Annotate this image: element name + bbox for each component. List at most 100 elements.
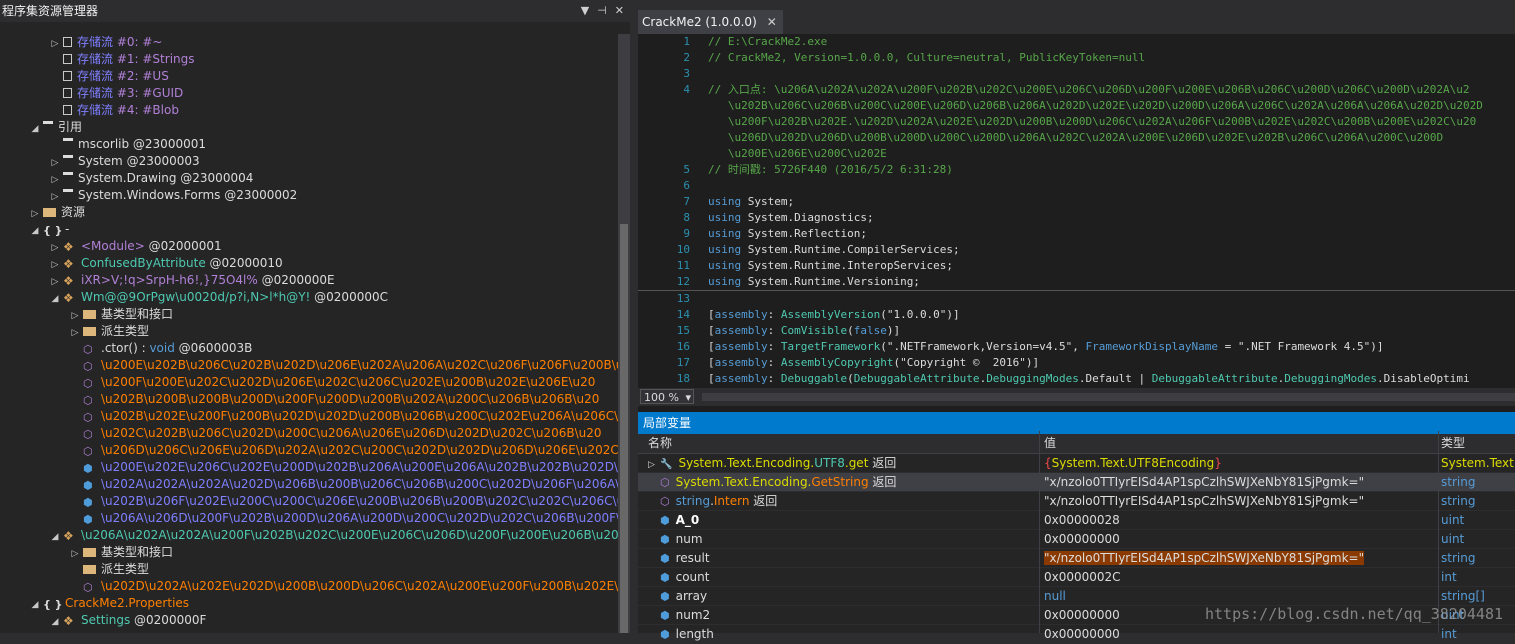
expander-icon[interactable]: ◢ bbox=[50, 614, 60, 629]
tree-node[interactable]: ▷ ❖ <Module> @02000001 bbox=[0, 238, 618, 255]
local-value[interactable]: "x/nzolo0TTIyrEISd4AP1spCzlhSWJXeNbY81Sj… bbox=[1040, 473, 1441, 491]
tree-node[interactable]: ◢{ } CrackMe2.Properties bbox=[0, 595, 618, 612]
assembly-tree[interactable]: ▷ 存储流 #0: #~ 存储流 #1: #Strings 存储流 #2: #US 存储… bbox=[0, 34, 618, 629]
local-value[interactable]: 0x00000028 bbox=[1040, 511, 1441, 529]
code-token: [ bbox=[708, 356, 715, 369]
tree-node[interactable]: ▷ ❖ iXR>V;!q>SrpH-h6!,}75O4l% @0200000E bbox=[0, 272, 618, 289]
expander-icon[interactable]: ◢ bbox=[30, 121, 40, 136]
zoom-select[interactable]: 100 % ▾ bbox=[640, 389, 694, 404]
editor-area: CrackMe2 (1.0.0.0) ✕ 1 // E:\CrackMe2.exe 2… bbox=[638, 0, 1515, 644]
tree-node[interactable]: ◢ 引用 bbox=[0, 119, 618, 136]
horizontal-scrollbar[interactable] bbox=[702, 393, 1515, 401]
tree-node[interactable]: ▷ 存储流 #0: #~ bbox=[0, 34, 618, 51]
code-line: 6 bbox=[638, 178, 1515, 194]
tree-node[interactable]: ◢{ } - bbox=[0, 221, 618, 238]
local-value[interactable]: 0x00000000 bbox=[1040, 625, 1441, 643]
tree-node[interactable]: 存储流 #4: #Blob bbox=[0, 102, 618, 119]
locals-row[interactable]: ⬡ string.Intern 返回 "x/nzolo0TTIyrEISd4AP1s… bbox=[638, 492, 1515, 511]
expander-icon[interactable]: ▷ bbox=[70, 546, 80, 561]
code-line: 12 using System.Runtime.Versioning; bbox=[638, 274, 1515, 291]
expander-icon[interactable]: ▷ bbox=[50, 257, 60, 272]
tree-node[interactable]: ⬡ \u202D\u202A\u202E\u202D\u200B\u200D\u2… bbox=[0, 578, 618, 595]
locals-title: 局部变量 bbox=[638, 412, 1515, 434]
tree-node[interactable]: ⬡ \u202B\u200B\u200B\u200D\u200F\u200D\u2… bbox=[0, 391, 618, 408]
close-tab-icon[interactable]: ✕ bbox=[767, 15, 777, 29]
tree-node[interactable]: ⬢ \u200E\u202E\u206C\u202E\u200D\u202B\u2… bbox=[0, 459, 618, 476]
tree-node[interactable]: ⬢ \u202B\u206F\u202E\u200C\u200C\u206E\u2… bbox=[0, 493, 618, 510]
column-value[interactable]: 值 bbox=[1044, 434, 1056, 453]
dropdown-icon[interactable]: ▼ bbox=[581, 4, 589, 17]
panel-splitter[interactable] bbox=[630, 0, 638, 633]
expander-icon[interactable]: ◢ bbox=[30, 597, 40, 612]
expander-icon[interactable]: ▷ bbox=[50, 189, 60, 204]
scrollbar-thumb[interactable] bbox=[620, 224, 628, 633]
locals-row[interactable]: ⬢ length 0x00000000 int bbox=[638, 625, 1515, 644]
tree-node[interactable]: 存储流 #1: #Strings bbox=[0, 51, 618, 68]
tree-node[interactable]: ⬡ \u200E\u202B\u206C\u202B\u202D\u206E\u2… bbox=[0, 357, 618, 374]
chevron-down-icon[interactable]: ▾ bbox=[685, 390, 691, 405]
tree-node[interactable]: ⬢ \u202A\u202A\u202A\u202D\u206B\u200B\u2… bbox=[0, 476, 618, 493]
tree-node[interactable]: ⬡ \u202C\u202B\u206C\u202D\u200C\u206A\u2… bbox=[0, 425, 618, 442]
tree-node[interactable]: ⬢ \u206A\u206D\u200F\u202B\u200D\u206A\u2… bbox=[0, 510, 618, 527]
locals-row[interactable]: ⬢ num 0x00000000 uint bbox=[638, 530, 1515, 549]
column-divider[interactable] bbox=[1039, 431, 1040, 633]
tree-node[interactable]: ▷ 资源 bbox=[0, 204, 618, 221]
locals-row[interactable]: ⬢ A_0 0x00000028 uint bbox=[638, 511, 1515, 530]
local-name: ⬢ length bbox=[648, 625, 1038, 644]
tree-node[interactable]: ⬡ \u200F\u200E\u202C\u202D\u206E\u202C\u2… bbox=[0, 374, 618, 391]
tree-node[interactable]: ▷ 基类型和接口 bbox=[0, 544, 618, 561]
tree-node[interactable]: mscorlib @23000001 bbox=[0, 136, 618, 153]
tree-node[interactable]: 派生类型 bbox=[0, 561, 618, 578]
pin-icon[interactable]: ⊣ bbox=[597, 4, 607, 17]
expander-icon[interactable]: ▷ bbox=[50, 172, 60, 187]
locals-row[interactable]: ▷ 🔧 System.Text.Encoding.UTF8.get 返回 {Syste… bbox=[638, 454, 1515, 473]
expander-icon[interactable]: ▷ bbox=[70, 325, 80, 340]
tree-node[interactable]: ▷ System @23000003 bbox=[0, 153, 618, 170]
expander-icon[interactable]: ◢ bbox=[50, 291, 60, 306]
expander-icon[interactable]: ▷ bbox=[50, 274, 60, 289]
locals-row[interactable]: ⬢ count 0x0000002C int bbox=[638, 568, 1515, 587]
tree-node[interactable]: ▷ 派生类型 bbox=[0, 323, 618, 340]
expander-icon[interactable]: ▷ bbox=[70, 308, 80, 323]
local-value[interactable]: 0x00000000 bbox=[1040, 530, 1441, 548]
tree-node[interactable]: ⬡ \u206D\u206C\u206E\u206D\u202A\u202C\u2… bbox=[0, 442, 618, 459]
locals-row[interactable]: ⬡ System.Text.Encoding.GetString 返回 "x/nzo… bbox=[638, 473, 1515, 492]
tree-node[interactable]: ⬡ .ctor() : void @0600003B bbox=[0, 340, 618, 357]
doc-icon bbox=[63, 105, 72, 115]
expander-icon[interactable]: ▷ bbox=[50, 155, 60, 170]
expander-icon[interactable]: ◢ bbox=[30, 223, 40, 238]
column-divider[interactable] bbox=[1438, 431, 1439, 633]
tab-crackme2[interactable]: CrackMe2 (1.0.0.0) ✕ bbox=[638, 10, 783, 34]
local-value[interactable]: "x/nzolo0TTIyrEISd4AP1spCzlhSWJXeNbY81Sj… bbox=[1040, 549, 1441, 567]
expander-icon[interactable]: ▷ bbox=[648, 456, 658, 474]
expander-icon[interactable]: ▷ bbox=[50, 36, 60, 51]
tree-node-label: #3: #GUID bbox=[113, 86, 184, 100]
expander-icon[interactable]: ▷ bbox=[50, 240, 60, 255]
code-view[interactable]: 1 // E:\CrackMe2.exe 2 // CrackMe2, Version… bbox=[638, 34, 1515, 388]
code-token: \u200E\u206E\u200C\u202E bbox=[708, 147, 887, 160]
tree-node[interactable]: ◢ ❖ \u206A\u202A\u202A\u200F\u202B\u202C\u… bbox=[0, 527, 618, 544]
column-name[interactable]: 名称 bbox=[648, 434, 672, 453]
local-value[interactable]: {System.Text.UTF8Encoding} bbox=[1040, 454, 1441, 472]
tree-node[interactable]: ⬡ \u202B\u202E\u200F\u200B\u202D\u202D\u2… bbox=[0, 408, 618, 425]
tree-node[interactable]: ◢ ❖ Wm@@9OrPgw\u0020d/p?i,N>l*h@Y! @020000… bbox=[0, 289, 618, 306]
local-value[interactable]: null bbox=[1040, 587, 1441, 605]
expander-icon[interactable]: ◢ bbox=[50, 529, 60, 544]
tree-node[interactable]: ▷ System.Windows.Forms @23000002 bbox=[0, 187, 618, 204]
tree-node[interactable]: ◢ ❖ Settings @0200000F bbox=[0, 612, 618, 629]
tree-node[interactable]: 存储流 #2: #US bbox=[0, 68, 618, 85]
folder-icon bbox=[83, 565, 96, 574]
expander-icon[interactable]: ▷ bbox=[30, 206, 40, 221]
close-icon[interactable]: ✕ bbox=[615, 4, 624, 17]
tree-node[interactable]: ▷ System.Drawing @23000004 bbox=[0, 170, 618, 187]
locals-row[interactable]: ⬢ array null string[] bbox=[638, 587, 1515, 606]
locals-row[interactable]: ⬢ result "x/nzolo0TTIyrEISd4AP1spCzlhSWJXe… bbox=[638, 549, 1515, 568]
tree-node[interactable]: 存储流 #3: #GUID bbox=[0, 85, 618, 102]
tree-scrollbar[interactable] bbox=[618, 34, 630, 633]
local-value[interactable]: 0x0000002C bbox=[1040, 568, 1441, 586]
tree-node[interactable]: ▷ 基类型和接口 bbox=[0, 306, 618, 323]
tree-node[interactable]: ▷ ❖ ConfusedByAttribute @02000010 bbox=[0, 255, 618, 272]
local-value[interactable]: "x/nzolo0TTIyrEISd4AP1spCzlhSWJXeNbY81Sj… bbox=[1040, 492, 1441, 510]
code-token: // CrackMe2, Version=1.0.0.0, Culture=ne… bbox=[708, 51, 1146, 64]
column-type[interactable]: 类型 bbox=[1441, 434, 1465, 453]
